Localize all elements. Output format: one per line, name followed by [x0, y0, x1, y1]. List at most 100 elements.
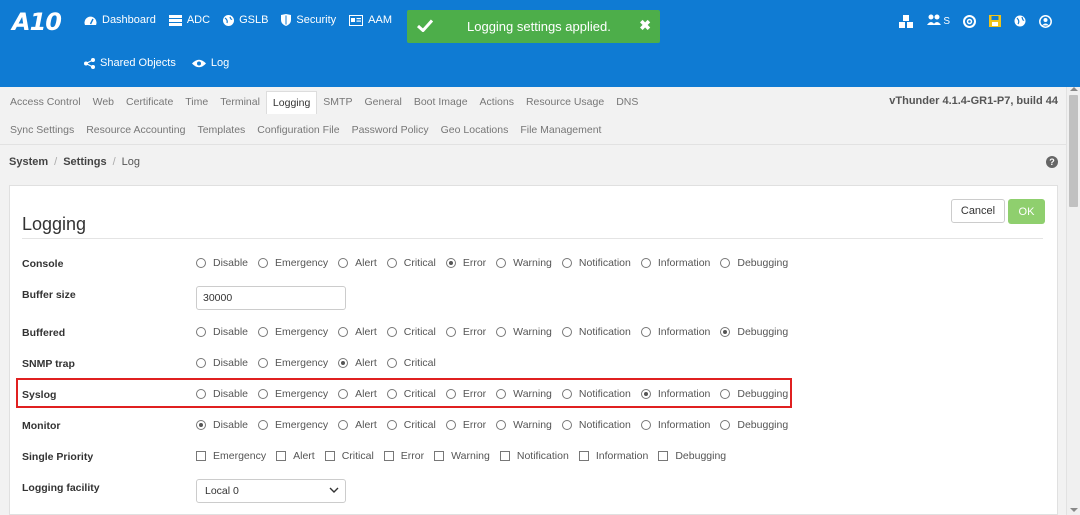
- radio-button[interactable]: [445, 327, 456, 337]
- submenu-item-time[interactable]: Time: [179, 91, 214, 114]
- single-priority-option-error[interactable]: Error: [383, 450, 424, 462]
- radio-button[interactable]: [640, 389, 651, 399]
- monitor-option-error[interactable]: Error: [445, 419, 486, 431]
- checkbox[interactable]: [658, 451, 669, 461]
- buffered-option-disable[interactable]: Disable: [196, 326, 248, 338]
- syslog-option-information[interactable]: Information: [640, 388, 710, 400]
- buffered-option-information[interactable]: Information: [640, 326, 710, 338]
- monitor-option-information[interactable]: Information: [640, 419, 710, 431]
- buffered-option-notification[interactable]: Notification: [561, 326, 631, 338]
- monitor-option-warning[interactable]: Warning: [496, 419, 552, 431]
- syslog-option-error[interactable]: Error: [445, 388, 486, 400]
- console-option-information[interactable]: Information: [640, 257, 710, 269]
- radio-button[interactable]: [496, 327, 507, 337]
- radio-button[interactable]: [640, 420, 651, 430]
- scroll-up-arrow-icon[interactable]: [1070, 87, 1078, 91]
- checkbox[interactable]: [196, 451, 206, 461]
- submenu-item-dns[interactable]: DNS: [610, 91, 644, 114]
- radio-button[interactable]: [196, 327, 206, 337]
- radio-button[interactable]: [640, 327, 651, 337]
- submenu-item-resource-usage[interactable]: Resource Usage: [520, 91, 610, 114]
- submenu-item-password-policy[interactable]: Password Policy: [346, 119, 435, 141]
- syslog-option-disable[interactable]: Disable: [196, 388, 248, 400]
- user-account-icon[interactable]: [1039, 14, 1052, 28]
- radio-button[interactable]: [386, 358, 397, 368]
- console-option-error[interactable]: Error: [445, 257, 486, 269]
- radio-button[interactable]: [338, 258, 349, 268]
- radio-button[interactable]: [258, 258, 269, 268]
- submenu-item-resource-accounting[interactable]: Resource Accounting: [80, 119, 191, 141]
- scrollbar-thumb[interactable]: [1069, 95, 1078, 207]
- cancel-button[interactable]: Cancel: [951, 199, 1005, 223]
- single-priority-option-alert[interactable]: Alert: [276, 450, 315, 462]
- console-option-critical[interactable]: Critical: [386, 257, 436, 269]
- nav-aam[interactable]: AAM: [349, 14, 392, 26]
- close-icon[interactable]: ✖: [639, 17, 651, 34]
- radio-button[interactable]: [338, 420, 349, 430]
- monitor-option-emergency[interactable]: Emergency: [258, 419, 328, 431]
- snmp-trap-option-disable[interactable]: Disable: [196, 357, 248, 369]
- submenu-item-general[interactable]: General: [358, 91, 407, 114]
- submenu-item-logging[interactable]: Logging: [265, 91, 318, 114]
- single-priority-option-emergency[interactable]: Emergency: [196, 450, 266, 462]
- radio-button[interactable]: [561, 389, 572, 399]
- submenu-item-configuration-file[interactable]: Configuration File: [251, 119, 345, 141]
- nav-security[interactable]: Security: [281, 14, 336, 26]
- single-priority-option-notification[interactable]: Notification: [499, 450, 569, 462]
- radio-button[interactable]: [386, 327, 397, 337]
- radio-button[interactable]: [561, 420, 572, 430]
- submenu-item-access-control[interactable]: Access Control: [4, 91, 87, 114]
- submenu-item-file-management[interactable]: File Management: [514, 119, 607, 141]
- buffer-size-input[interactable]: 30000: [196, 286, 346, 310]
- monitor-option-alert[interactable]: Alert: [338, 419, 377, 431]
- radio-button[interactable]: [640, 258, 651, 268]
- snmp-trap-option-emergency[interactable]: Emergency: [258, 357, 328, 369]
- radio-button[interactable]: [258, 327, 269, 337]
- radio-button[interactable]: [258, 358, 269, 368]
- a10-logo[interactable]: A10: [12, 8, 68, 38]
- nav-shared-objects[interactable]: Shared Objects: [84, 57, 176, 69]
- radio-button[interactable]: [338, 327, 349, 337]
- radio-button[interactable]: [720, 420, 731, 430]
- monitor-option-debugging[interactable]: Debugging: [720, 419, 788, 431]
- nav-adc[interactable]: ADC: [168, 14, 210, 26]
- checkbox[interactable]: [578, 451, 589, 461]
- radio-button[interactable]: [258, 389, 269, 399]
- monitor-option-critical[interactable]: Critical: [386, 419, 436, 431]
- buffered-option-debugging[interactable]: Debugging: [720, 326, 788, 338]
- radio-button[interactable]: [338, 358, 349, 368]
- submenu-item-smtp[interactable]: SMTP: [317, 91, 358, 114]
- buffered-option-emergency[interactable]: Emergency: [258, 326, 328, 338]
- submenu-item-certificate[interactable]: Certificate: [120, 91, 179, 114]
- radio-button[interactable]: [720, 327, 731, 337]
- breadcrumb-system[interactable]: System: [9, 156, 48, 168]
- radio-button[interactable]: [445, 420, 456, 430]
- cubes-icon[interactable]: [898, 14, 914, 28]
- radio-button[interactable]: [196, 389, 206, 399]
- monitor-option-notification[interactable]: Notification: [561, 419, 631, 431]
- submenu-item-web[interactable]: Web: [87, 91, 120, 114]
- snmp-trap-option-alert[interactable]: Alert: [338, 357, 377, 369]
- radio-button[interactable]: [386, 389, 397, 399]
- page-scrollbar[interactable]: [1066, 87, 1080, 515]
- checkbox[interactable]: [499, 451, 510, 461]
- ok-button[interactable]: OK: [1008, 199, 1045, 224]
- syslog-option-emergency[interactable]: Emergency: [258, 388, 328, 400]
- snmp-trap-option-critical[interactable]: Critical: [386, 357, 436, 369]
- scroll-down-arrow-icon[interactable]: [1070, 508, 1078, 512]
- user-group-button[interactable]: S: [927, 14, 950, 28]
- monitor-option-disable[interactable]: Disable: [196, 419, 248, 431]
- radio-button[interactable]: [386, 258, 397, 268]
- single-priority-option-information[interactable]: Information: [578, 450, 648, 462]
- radio-button[interactable]: [196, 420, 206, 430]
- radio-button[interactable]: [496, 389, 507, 399]
- buffered-option-alert[interactable]: Alert: [338, 326, 377, 338]
- single-priority-option-debugging[interactable]: Debugging: [658, 450, 726, 462]
- console-option-warning[interactable]: Warning: [496, 257, 552, 269]
- nav-gslb[interactable]: GSLB: [223, 14, 268, 26]
- submenu-item-actions[interactable]: Actions: [474, 91, 520, 114]
- checkbox[interactable]: [434, 451, 445, 461]
- radio-button[interactable]: [561, 327, 572, 337]
- syslog-option-debugging[interactable]: Debugging: [720, 388, 788, 400]
- syslog-option-critical[interactable]: Critical: [386, 388, 436, 400]
